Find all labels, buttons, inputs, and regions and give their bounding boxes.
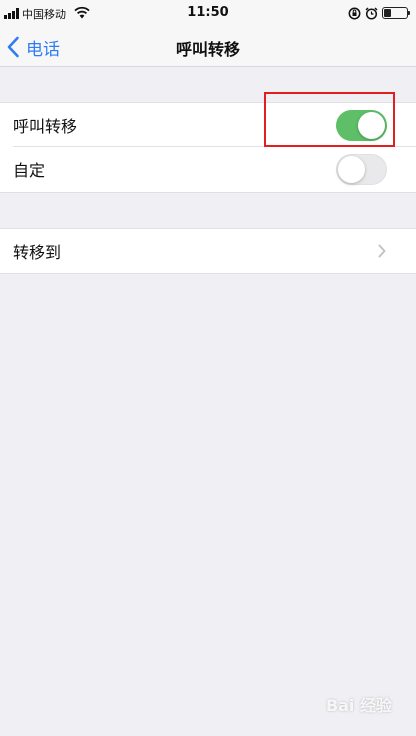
forward-to-group: 转移到 (0, 228, 416, 274)
battery-icon (382, 7, 410, 19)
call-forwarding-label: 呼叫转移 (13, 117, 78, 136)
phone-screen: 中国移动 11:50 电话 呼叫转移 呼叫转移 自定 转移到 Bai 经验 (0, 0, 416, 736)
watermark: Bai 经验 (325, 696, 392, 715)
page-title: 呼叫转移 (175, 40, 240, 59)
battery-level (384, 9, 391, 17)
forwarding-settings-group: 呼叫转移 自定 (0, 102, 416, 193)
alarm-icon (365, 6, 378, 20)
custom-row: 自定 (0, 147, 416, 191)
status-bar: 中国移动 11:50 (0, 0, 416, 28)
orientation-lock-icon (348, 7, 361, 19)
chevron-right-icon (378, 244, 386, 258)
custom-label: 自定 (13, 161, 46, 180)
forward-to-label: 转移到 (13, 243, 62, 262)
call-forwarding-toggle[interactable] (336, 110, 387, 141)
forward-to-row[interactable]: 转移到 (0, 229, 416, 273)
toggle-knob (358, 112, 385, 139)
toggle-knob (338, 156, 365, 183)
custom-toggle[interactable] (336, 154, 387, 185)
call-forwarding-row: 呼叫转移 (0, 103, 416, 147)
status-right-icons (348, 6, 410, 20)
navigation-bar: 电话 呼叫转移 (0, 28, 416, 67)
